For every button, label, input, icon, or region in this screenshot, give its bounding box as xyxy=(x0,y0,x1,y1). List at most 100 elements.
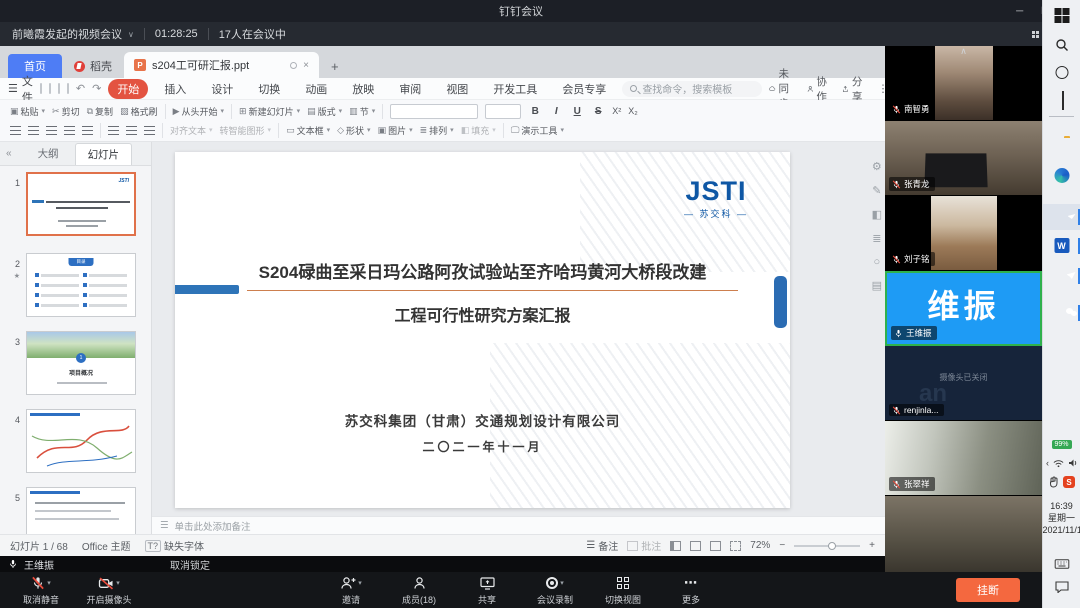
slide-thumbnail-5[interactable] xyxy=(26,487,136,534)
font-size-select[interactable] xyxy=(485,104,521,119)
mic-options-caret[interactable]: ▾ xyxy=(47,579,51,587)
ribbon-tab-devtools[interactable]: 开发工具 xyxy=(484,79,546,99)
more-button[interactable]: ⋯ 更多 xyxy=(664,575,718,606)
switch-view-button[interactable]: 切换视图 xyxy=(596,575,650,606)
smartart-button[interactable]: 转智能图形 xyxy=(220,124,272,137)
share-screen-button[interactable]: 共享 xyxy=(460,575,514,606)
fit-slide-icon[interactable] xyxy=(730,541,741,551)
slide-canvas[interactable]: JSTI — 苏交科 — S204碌曲至采日玛公路阿孜试验站至齐哈玛黄河大桥段改… xyxy=(175,152,790,508)
invite-button[interactable]: ▾ 邀请 xyxy=(324,575,378,606)
ribbon-tab-animation[interactable]: 动画 xyxy=(296,79,336,99)
format-painter-button[interactable]: ▨格式刷 xyxy=(120,105,158,118)
slide-thumbnail-2[interactable]: 目录 xyxy=(26,253,136,317)
participant-tile[interactable]: 张青龙 xyxy=(885,121,1042,196)
shapes-button[interactable]: ◇形状 xyxy=(337,124,370,137)
italic-button[interactable]: I xyxy=(549,106,563,117)
edit-icon[interactable]: ✎ xyxy=(872,184,882,197)
new-slide-button[interactable]: ⊞新建幻灯片 xyxy=(239,105,300,118)
line-spacing-icon[interactable] xyxy=(82,126,93,135)
wifi-icon[interactable] xyxy=(1053,459,1064,468)
taskbar-clock[interactable]: 16:39 星期一 2021/11/1 xyxy=(1043,500,1080,536)
redo-icon[interactable]: ↷ xyxy=(92,82,101,95)
participant-tile-camera-off[interactable]: 摄像头已关闭 an renjinla... xyxy=(885,346,1042,421)
participant-tile-active-speaker[interactable]: 维振 王维振 xyxy=(885,271,1042,346)
sorter-view-icon[interactable] xyxy=(690,541,701,551)
members-button[interactable]: 成员(18) xyxy=(392,575,446,606)
fill-button[interactable]: ◧填充 xyxy=(461,124,496,137)
cut-button[interactable]: ✂剪切 xyxy=(52,105,80,118)
reading-view-icon[interactable] xyxy=(710,541,721,551)
close-tab-icon[interactable]: × xyxy=(303,60,309,71)
participant-tile[interactable]: ∧ 南智勇 xyxy=(885,46,1042,121)
print-icon[interactable] xyxy=(58,83,60,94)
slide-thumbnail-3[interactable]: 1 项目概况 xyxy=(26,331,136,395)
font-name-select[interactable] xyxy=(390,104,478,119)
participant-tile[interactable]: 刘子铭 xyxy=(885,196,1042,271)
collapse-panel-icon[interactable]: « xyxy=(6,148,12,159)
normal-view-icon[interactable] xyxy=(670,541,681,551)
tab-document[interactable]: P s204工可研汇报.ppt × xyxy=(124,52,319,78)
chevron-down-icon[interactable]: ∨ xyxy=(128,30,134,39)
list-panel-icon[interactable]: ≣ xyxy=(872,232,882,245)
theme-name[interactable]: Office 主题 xyxy=(82,538,131,553)
ribbon-tab-transition[interactable]: 切换 xyxy=(249,79,289,99)
help-icon[interactable]: ○ xyxy=(872,256,882,268)
zoom-slider-knob[interactable] xyxy=(828,542,836,550)
indent-icon[interactable] xyxy=(144,126,155,135)
tab-slides[interactable]: 幻灯片 xyxy=(75,143,133,165)
command-search-input[interactable]: 查找命令，搜索模板 xyxy=(622,81,762,97)
battery-indicator[interactable]: 99% xyxy=(1051,440,1071,449)
fill-panel-icon[interactable]: ◧ xyxy=(872,208,882,221)
ribbon-tab-start[interactable]: 开始 xyxy=(108,79,148,99)
superscript-button[interactable]: X² xyxy=(612,106,621,116)
sogou-ime-icon[interactable]: S xyxy=(1063,476,1075,488)
cortana-icon[interactable] xyxy=(1055,66,1068,79)
missing-font-warning[interactable]: T? 缺失字体 xyxy=(145,538,205,553)
minimize-button[interactable]: ─ xyxy=(1016,6,1023,17)
tray-expand-icon[interactable]: ‹ xyxy=(1046,458,1049,468)
arrange-button[interactable]: ≣排列 xyxy=(420,124,454,137)
ribbon-tab-insert[interactable]: 插入 xyxy=(155,79,195,99)
paste-button[interactable]: ▣粘贴 xyxy=(10,105,45,118)
export-icon[interactable] xyxy=(49,83,51,94)
bullet-list-icon[interactable] xyxy=(108,126,119,135)
notification-icon[interactable] xyxy=(1055,580,1069,598)
properties-icon[interactable]: ⚙ xyxy=(872,160,882,173)
zoom-out-button[interactable]: − xyxy=(779,540,785,551)
share-button[interactable]: 分享 xyxy=(842,74,866,104)
volume-icon[interactable] xyxy=(1068,458,1078,468)
start-button[interactable] xyxy=(1054,8,1069,23)
notes-bar[interactable]: ☰ 单击此处添加备注 xyxy=(152,516,885,534)
ribbon-tab-slideshow[interactable]: 放映 xyxy=(343,79,383,99)
invite-caret[interactable]: ▾ xyxy=(358,579,362,587)
slide-thumbnail-4[interactable] xyxy=(26,409,136,473)
unlock-button[interactable]: 取消锁定 xyxy=(170,557,210,572)
touch-keyboard-icon[interactable] xyxy=(1054,556,1069,574)
meeting-title[interactable]: 前曦霞发起的视频会议 xyxy=(12,26,122,42)
camera-options-caret[interactable]: ▾ xyxy=(116,579,120,587)
hand-ime-icon[interactable] xyxy=(1049,476,1059,488)
comments-toggle-button[interactable]: 批注 xyxy=(627,538,661,553)
underline-button[interactable]: U xyxy=(570,106,584,117)
unmute-button[interactable]: ▾ 取消静音 xyxy=(14,575,68,606)
slide-thumbnail-1[interactable]: JSTI xyxy=(26,172,136,236)
bold-button[interactable]: B xyxy=(528,106,542,117)
play-from-start-button[interactable]: ▶从头开始 xyxy=(173,105,224,118)
ribbon-tab-review[interactable]: 审阅 xyxy=(390,79,430,99)
textbox-button[interactable]: ▭文本框 xyxy=(286,124,330,137)
strike-button[interactable]: S xyxy=(591,106,605,117)
tab-docer[interactable]: 稻壳 xyxy=(62,54,124,78)
notes-toggle-button[interactable]: ☰ 备注 xyxy=(586,538,618,553)
zoom-level[interactable]: 72% xyxy=(750,540,770,551)
zoom-in-button[interactable]: + xyxy=(869,540,875,551)
layout-button[interactable]: ▤版式 xyxy=(307,105,342,118)
picture-button[interactable]: ▣图片 xyxy=(378,124,413,137)
ribbon-tab-member[interactable]: 会员专享 xyxy=(553,79,615,99)
align-left-icon[interactable] xyxy=(10,126,21,135)
layout-panel-icon[interactable]: ▤ xyxy=(872,279,882,292)
align-right-icon[interactable] xyxy=(46,126,57,135)
present-tools-button[interactable]: 🖵演示工具 xyxy=(511,124,564,137)
scroll-up-icon[interactable]: ∧ xyxy=(885,46,1042,57)
edge-browser-icon[interactable] xyxy=(1054,168,1069,183)
zoom-slider[interactable] xyxy=(794,545,860,547)
